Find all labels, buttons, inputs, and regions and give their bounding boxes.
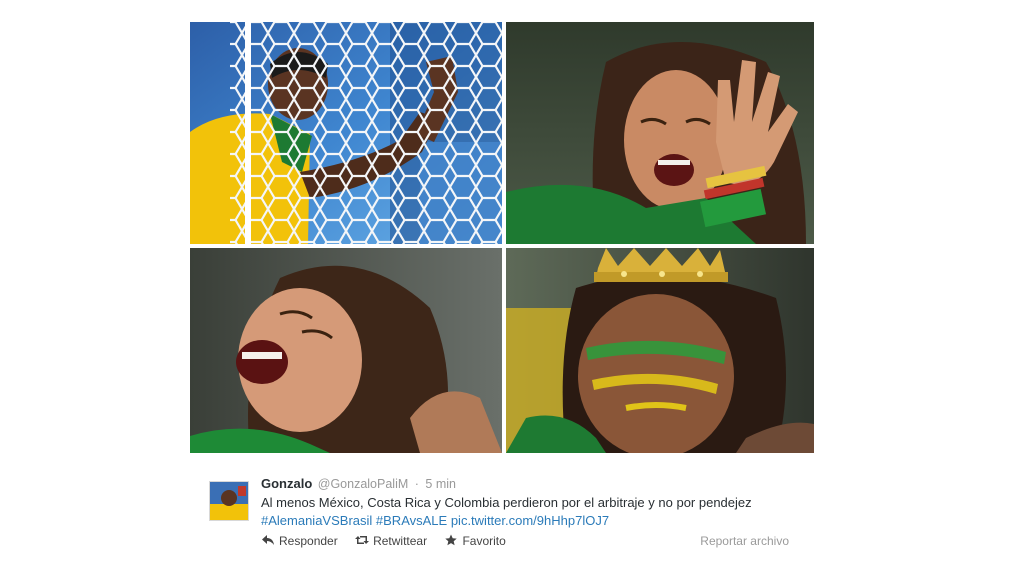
retweet-label: Retwittear (373, 534, 428, 548)
retweet-button[interactable]: Retwittear (355, 534, 427, 548)
media-link[interactable]: pic.twitter.com/9hHhp7lOJ7 (451, 513, 609, 528)
photo-grid (0, 0, 1024, 460)
reply-label: Responder (279, 534, 338, 548)
tweet-header: Gonzalo @GonzaloPaliM · 5 min (261, 476, 801, 492)
report-link[interactable]: Reportar archivo (700, 534, 789, 548)
hashtag-link[interactable]: #AlemaniaVSBrasil (261, 513, 372, 528)
photo-crying-fan-crown[interactable] (506, 248, 814, 453)
star-icon (445, 534, 458, 546)
tweet-text-body: Al menos México, Costa Rica y Colombia p… (261, 495, 752, 510)
favorite-label: Favorito (462, 534, 506, 548)
author-handle[interactable]: @GonzaloPaliM (318, 477, 409, 491)
author-name[interactable]: Gonzalo (261, 476, 312, 491)
tweet-body: Gonzalo @GonzaloPaliM · 5 min Al menos M… (261, 476, 801, 530)
photo-player-at-net[interactable] (190, 22, 502, 244)
favorite-button[interactable]: Favorito (444, 534, 506, 548)
photo-crying-fan-hand[interactable] (506, 22, 814, 244)
photo-fan-hand-image (506, 22, 814, 244)
photo-fan-crown-image (506, 248, 814, 453)
photo-player-image (190, 22, 502, 244)
tweet-text: Al menos México, Costa Rica y Colombia p… (261, 494, 801, 530)
tweet: Gonzalo @GonzaloPaliM · 5 min Al menos M… (205, 470, 805, 570)
tweet-timestamp[interactable]: 5 min (425, 477, 456, 491)
hashtag-link[interactable]: #BRAvsALE (376, 513, 447, 528)
avatar[interactable] (209, 481, 249, 521)
avatar-image (210, 482, 248, 520)
retweet-icon (355, 536, 370, 544)
photo-fan-screaming-image (190, 248, 502, 453)
photo-crying-fan-screaming[interactable] (190, 248, 502, 453)
separator-dot: · (414, 477, 419, 491)
reply-button[interactable]: Responder (261, 534, 338, 548)
reply-icon (262, 535, 274, 545)
